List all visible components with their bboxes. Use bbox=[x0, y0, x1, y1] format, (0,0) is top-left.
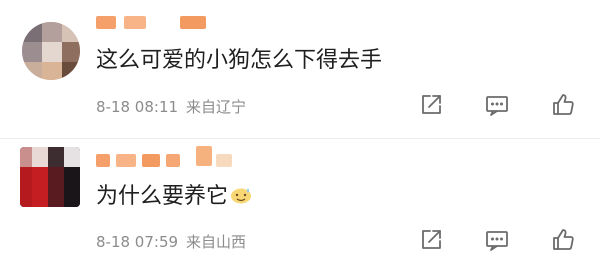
comment-actions bbox=[418, 227, 578, 255]
avatar[interactable] bbox=[22, 22, 80, 80]
comment-location: 来自山西 bbox=[186, 233, 247, 251]
comment-time: 8-18 07:59 bbox=[96, 233, 179, 251]
comment-actions bbox=[418, 92, 578, 120]
comment-icon[interactable] bbox=[484, 92, 510, 118]
comment-meta: 8-18 08:11 来自辽宁 bbox=[96, 96, 246, 117]
comment-time: 8-18 08:11 bbox=[96, 98, 179, 116]
comment-item: 这么可爱的小狗怎么下得去手 8-18 08:11 来自辽宁 bbox=[0, 0, 600, 138]
comment-text-content: 为什么要养它 bbox=[96, 184, 229, 209]
comment-location: 来自辽宁 bbox=[186, 98, 247, 116]
avatar[interactable] bbox=[20, 147, 80, 207]
share-icon[interactable] bbox=[418, 92, 444, 118]
sweat-smile-emoji bbox=[230, 183, 252, 204]
like-icon[interactable] bbox=[550, 92, 576, 118]
comment-text: 为什么要养它 bbox=[96, 182, 252, 212]
comment-icon[interactable] bbox=[484, 227, 510, 253]
share-icon[interactable] bbox=[418, 227, 444, 253]
comment-item: 为什么要养它 8-18 07:59 来自山西 bbox=[0, 138, 600, 262]
like-icon[interactable] bbox=[550, 227, 576, 253]
comment-text: 这么可爱的小狗怎么下得去手 bbox=[96, 48, 383, 73]
comment-meta: 8-18 07:59 来自山西 bbox=[96, 231, 246, 252]
